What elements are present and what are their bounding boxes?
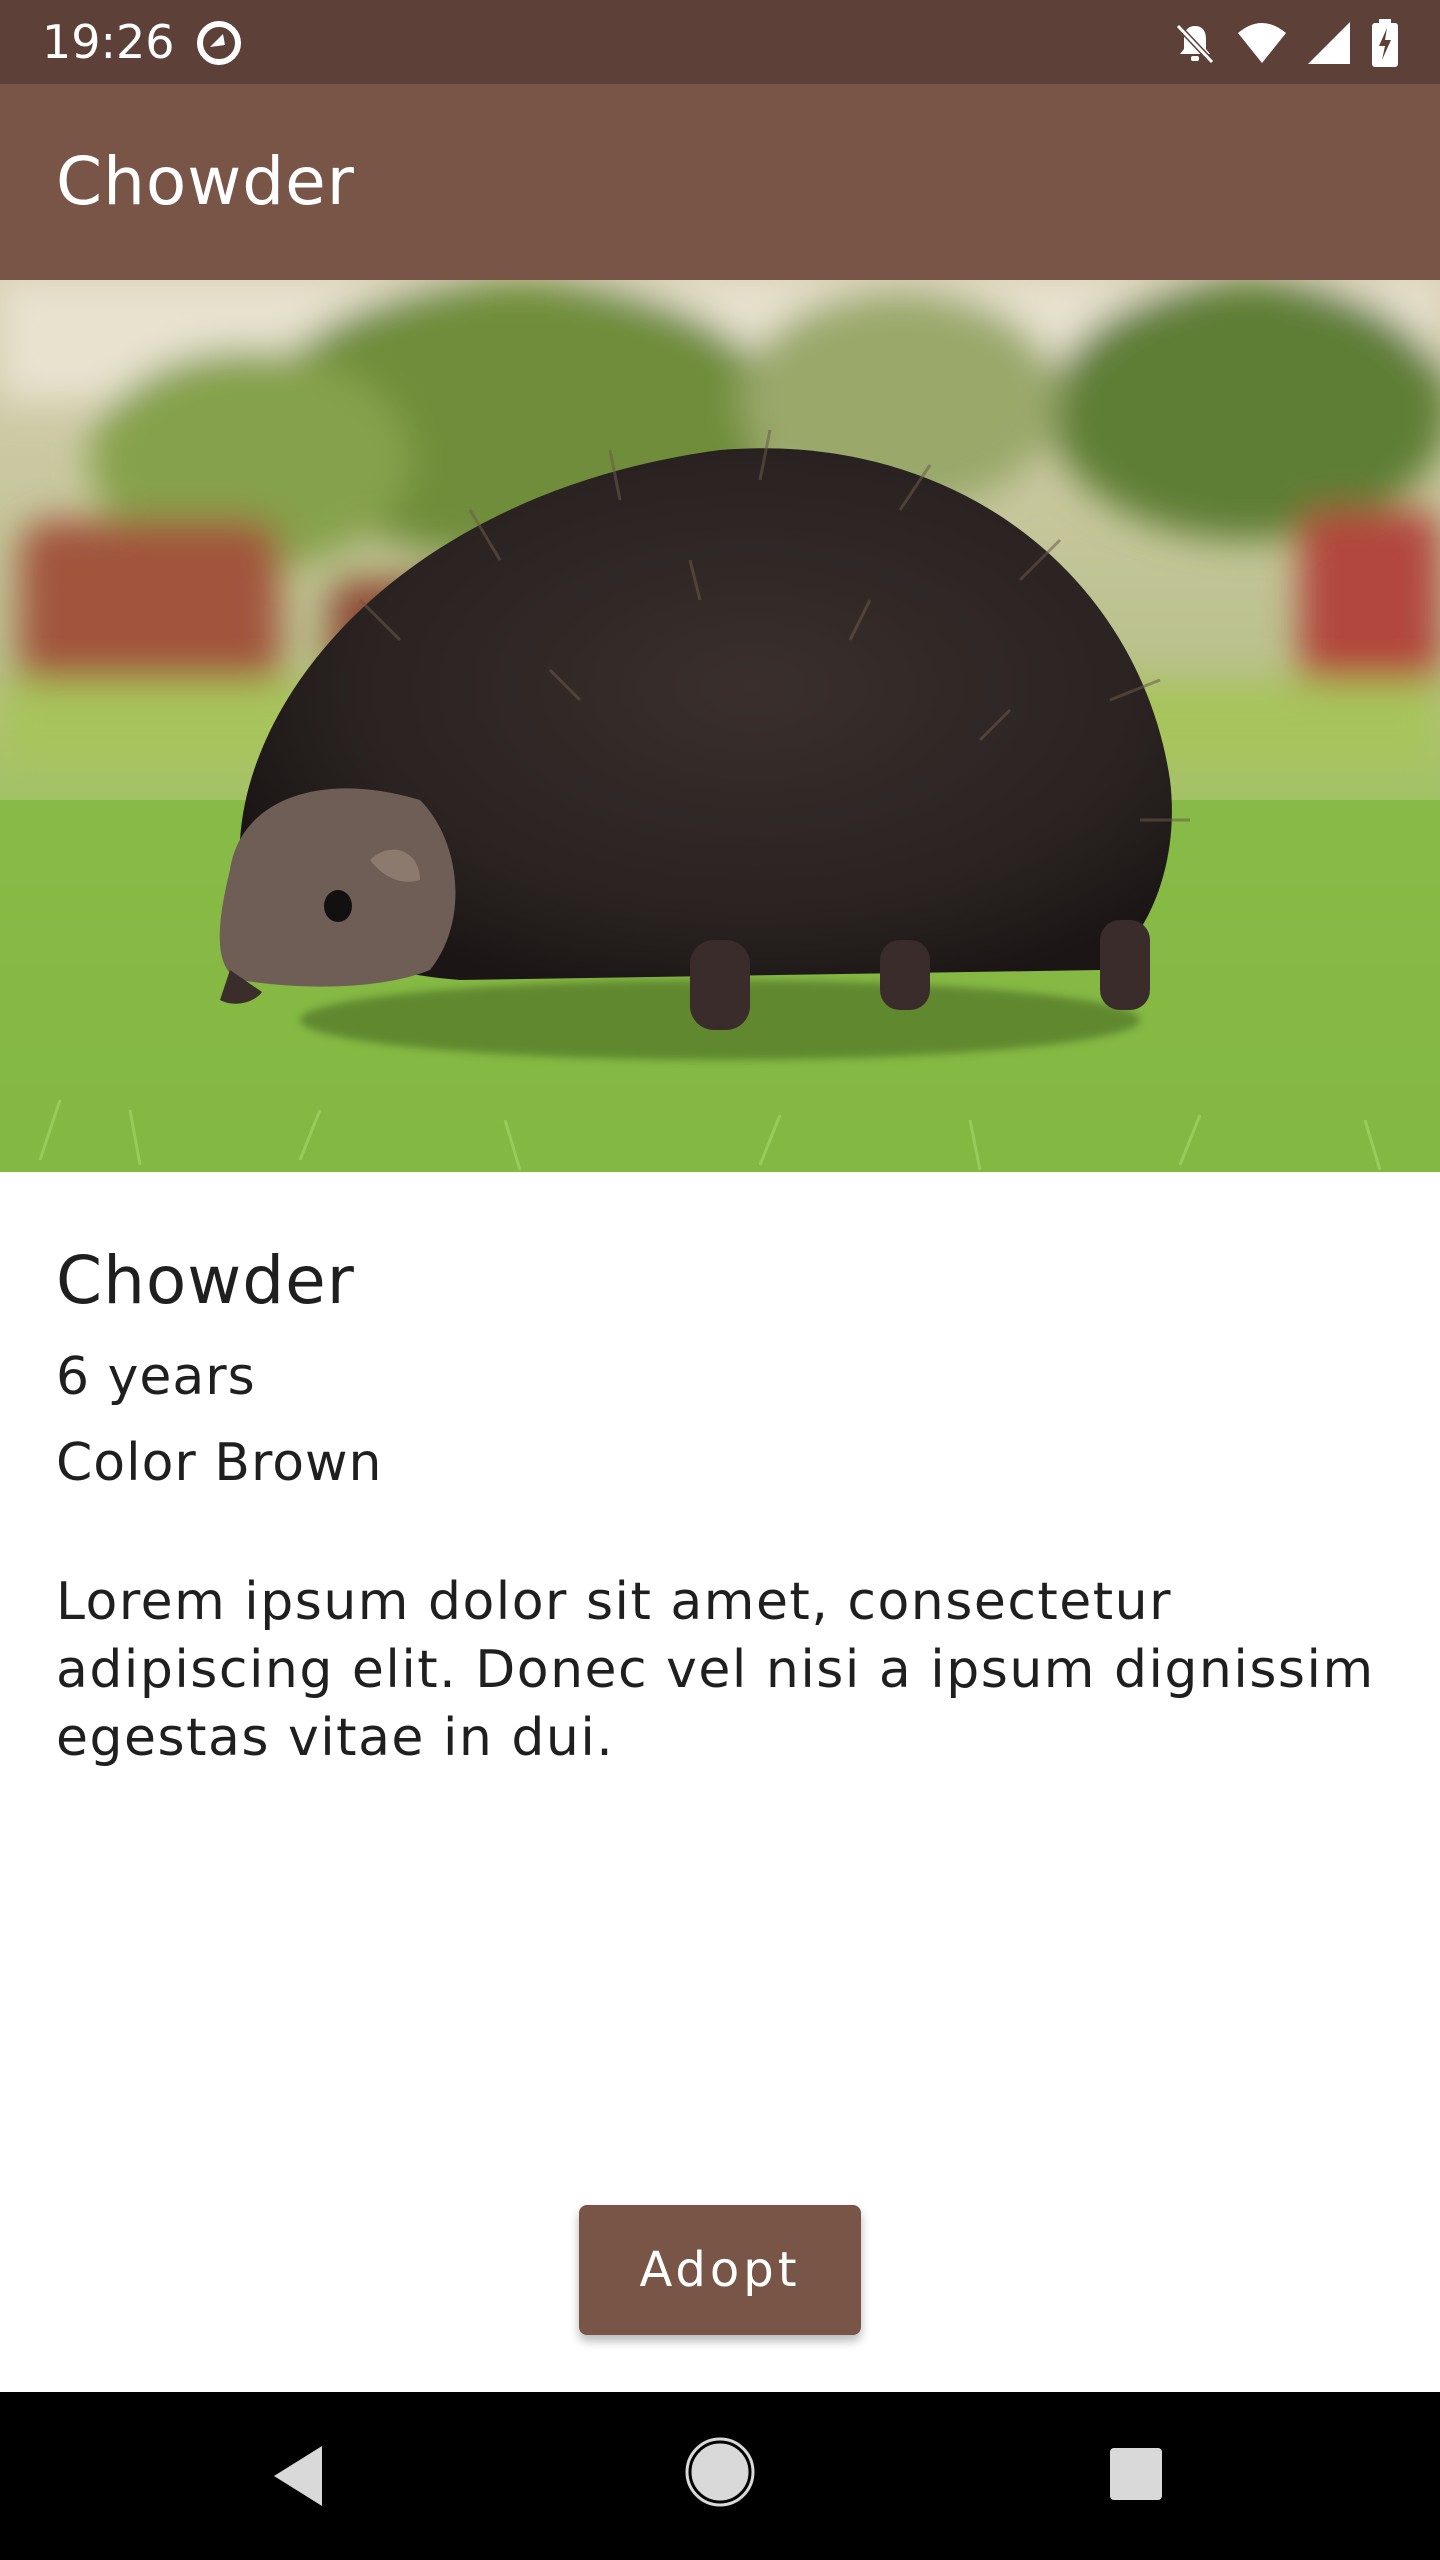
wifi-icon [1236, 21, 1288, 65]
pet-color: Color Brown [56, 1433, 383, 1493]
status-bar: 19:26 [0, 0, 1440, 84]
app-notification-icon [194, 18, 244, 68]
app-bar-title: Chowder [56, 143, 355, 220]
home-icon[interactable] [684, 2436, 756, 2512]
cell-signal-icon [1306, 20, 1352, 66]
pet-photo [0, 280, 1440, 1172]
adopt-button[interactable]: Adopt [579, 2205, 861, 2335]
adopt-button-label: Adopt [639, 2242, 801, 2298]
notifications-off-icon [1172, 20, 1218, 66]
app-bar: Chowder [0, 84, 1440, 280]
pet-name: Chowder [56, 1242, 355, 1319]
status-time: 19:26 [42, 15, 175, 69]
recents-icon[interactable] [1108, 2446, 1164, 2506]
pet-age: 6 years [56, 1347, 256, 1407]
navigation-bar [0, 2392, 1440, 2560]
pet-description: Lorem ipsum dolor sit amet, consectetur … [56, 1572, 1375, 1768]
battery-charging-icon [1370, 18, 1400, 68]
back-icon[interactable] [270, 2444, 326, 2512]
